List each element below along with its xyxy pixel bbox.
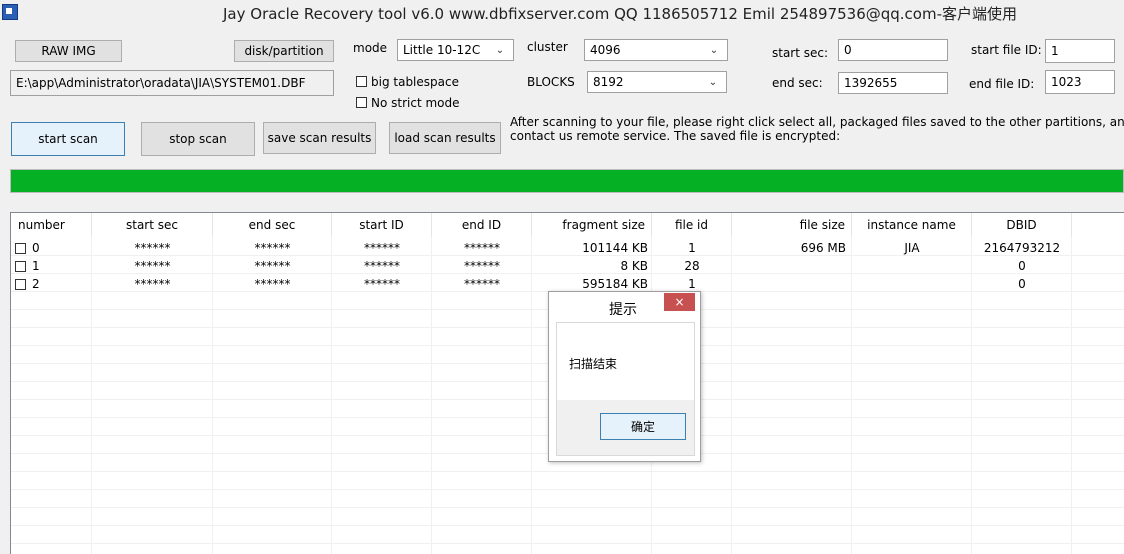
title-bar: Jay Oracle Recovery tool v6.0 www.dbfixs… [0,0,1124,26]
dialog-title-bar: 提示 × [549,292,700,322]
cell-file-size [732,257,852,275]
stop-scan-button[interactable]: stop scan [141,122,255,156]
no-strict-mode-label: No strict mode [371,96,460,110]
column-header-file-size[interactable]: file size [732,213,852,237]
cluster-value: 4096 [590,43,621,57]
column-header-start-sec[interactable]: start sec [92,213,213,237]
start-sec-label: start sec: [772,46,829,60]
row-divider [11,525,1124,526]
cell-instance-name [852,275,972,293]
start-scan-button[interactable]: start scan [11,122,125,156]
cell-file-size: 696 MB [800,241,846,255]
load-scan-results-button[interactable]: load scan results [389,122,501,154]
cell-number: 0 [11,239,92,257]
close-icon: × [674,295,685,309]
row-divider [11,471,1124,472]
disk-partition-button[interactable]: disk/partition [234,40,334,62]
message-dialog: 提示 × 扫描结束 确定 [548,291,701,462]
column-header-end-id[interactable]: end ID [432,213,532,237]
mode-value: Little 10-12C [403,43,481,57]
raw-img-button[interactable]: RAW IMG [15,40,122,62]
cell-end-sec: ****** [254,277,291,291]
end-file-id-label: end file ID: [969,77,1035,91]
cell-fragment-size: 8 KB [620,259,648,273]
cell-number: 2 [11,275,92,293]
big-tablespace-checkbox[interactable] [356,76,367,87]
blocks-label: BLOCKS [527,75,575,89]
column-header-instance-name[interactable]: instance name [852,213,972,237]
mode-label: mode [353,41,388,55]
cell-end-sec: ****** [254,259,291,273]
info-text-line1: After scanning to your file, please righ… [510,115,1124,129]
start-file-id-label: start file ID: [971,43,1042,57]
blocks-value: 8192 [593,75,624,89]
cell-start-sec: ****** [134,241,171,255]
chevron-down-icon: ⌄ [495,44,505,56]
window-title: Jay Oracle Recovery tool v6.0 www.dbfixs… [223,5,1017,23]
row-checkbox[interactable] [15,260,26,272]
end-sec-label: end sec: [772,76,823,90]
dialog-message: 扫描结束 [569,357,618,371]
cell-number: 1 [11,257,92,275]
column-header-number[interactable]: number [11,213,92,237]
column-header-fragment-size[interactable]: fragment size [532,213,652,237]
column-header-start-id[interactable]: start ID [332,213,432,237]
row-number: 1 [32,259,40,273]
cell-file-id: 28 [684,259,700,273]
info-text-line2: contact us remote service. The saved fil… [510,129,841,143]
row-checkbox[interactable] [15,278,26,290]
cell-start-id: ****** [364,259,400,273]
column-header-dbid[interactable]: DBID [972,213,1072,237]
blocks-select[interactable]: 8192 ⌄ [587,71,727,93]
dialog-body: 扫描结束 确定 [556,322,695,456]
ok-button[interactable]: 确定 [600,413,686,440]
cell-fragment-size: 101144 KB [582,241,648,255]
cell-start-sec: ****** [134,277,171,291]
chevron-down-icon: ⌄ [709,44,719,56]
cell-start-sec: ****** [134,259,171,273]
close-button[interactable]: × [664,293,695,311]
cell-end-id: ****** [464,259,500,273]
cell-file-id: 1 [688,241,696,255]
cluster-label: cluster [527,40,568,54]
cell-file-size [732,275,852,293]
cell-start-id: ****** [364,241,400,255]
dialog-footer: 确定 [557,400,694,455]
cell-end-sec: ****** [254,241,291,255]
chevron-down-icon: ⌄ [708,76,718,88]
column-header-end-sec[interactable]: end sec [213,213,332,237]
mode-select[interactable]: Little 10-12C ⌄ [397,39,514,61]
scan-progress-bar [10,169,1124,193]
big-tablespace-label: big tablespace [371,75,459,89]
end-sec-input[interactable]: 1392655 [838,72,948,94]
cell-start-id: ****** [364,277,400,291]
no-strict-mode-checkbox[interactable] [356,97,367,108]
cell-dbid: 2164793212 [983,241,1061,255]
save-scan-results-button[interactable]: save scan results [263,122,376,154]
row-checkbox[interactable] [15,242,26,254]
row-number: 2 [32,277,40,291]
row-number: 0 [32,241,40,255]
column-header-file-id[interactable]: file id [652,213,732,237]
cell-end-id: ****** [464,277,500,291]
cell-instance-name [852,257,972,275]
dialog-title: 提示 [609,302,637,318]
cell-dbid: 0 [1018,277,1026,291]
row-divider [11,489,1124,490]
row-divider [11,507,1124,508]
start-sec-input[interactable]: 0 [838,39,948,61]
start-file-id-input[interactable]: 1 [1045,39,1115,63]
end-file-id-input[interactable]: 1023 [1045,70,1115,94]
cell-dbid: 0 [1018,259,1026,273]
file-path-field[interactable]: E:\app\Administrator\oradata\JIA\SYSTEM0… [10,70,334,96]
cell-end-id: ****** [464,241,500,255]
progress-fill [11,170,1123,192]
row-divider [11,543,1124,544]
cluster-select[interactable]: 4096 ⌄ [584,39,728,61]
cell-instance-name: JIA [904,241,920,255]
